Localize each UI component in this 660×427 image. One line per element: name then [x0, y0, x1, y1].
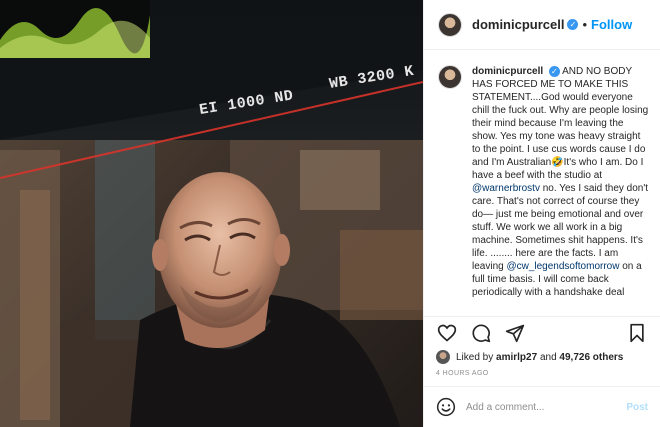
username-link[interactable]: dominicpurcell — [472, 17, 564, 32]
liker-username-link[interactable]: amirlp27 — [496, 352, 537, 363]
smiley-icon[interactable] — [436, 397, 456, 417]
comment-icon — [472, 323, 491, 342]
comment-form: Post — [424, 386, 660, 427]
post-image[interactable]: EI 1000 ND WB 3200 K — [0, 0, 423, 427]
post-header: dominicpurcell ✓ • Follow — [424, 0, 660, 50]
bookmark-icon — [630, 323, 644, 342]
separator-dot: • — [582, 17, 588, 32]
caption-avatar[interactable] — [438, 65, 462, 89]
comment-button[interactable] — [470, 322, 492, 344]
likes-middle: and — [539, 351, 557, 363]
post-photo: EI 1000 ND WB 3200 K — [0, 0, 423, 427]
caption-segment: no. Yes I said they don't care. That's n… — [472, 183, 649, 272]
mention-link[interactable]: @cw_legendsoftomorrow — [506, 261, 619, 272]
liker-avatar[interactable] — [436, 350, 450, 364]
comment-input[interactable] — [466, 401, 627, 413]
caption-segment: AND NO BODY HAS FORCED ME TO MAKE THIS S… — [472, 66, 649, 168]
action-bar — [424, 316, 660, 348]
post-timestamp[interactable]: 4 HOURS AGO — [436, 370, 489, 377]
follow-button[interactable]: Follow — [591, 17, 632, 32]
save-button[interactable] — [626, 322, 648, 344]
share-button[interactable] — [504, 322, 526, 344]
heart-icon — [437, 324, 457, 342]
mention-link[interactable]: @warnerbrostv — [472, 183, 540, 194]
likes-prefix: Liked by — [456, 351, 494, 363]
like-button[interactable] — [436, 322, 458, 344]
caption-username-link[interactable]: dominicpurcell — [472, 66, 543, 77]
likes-summary: Liked by amirlp27 and 49,726 others — [436, 348, 650, 366]
verified-badge-icon: ✓ — [548, 66, 560, 77]
caption-text: dominicpurcell ✓ AND NO BODY HAS FORCED … — [472, 65, 650, 315]
share-icon — [505, 324, 525, 342]
post-sidebar: dominicpurcell ✓ • Follow dominicpurcell… — [423, 0, 660, 427]
post-comment-button[interactable]: Post — [626, 402, 648, 413]
likes-count-link[interactable]: 49,726 others — [559, 352, 623, 363]
avatar[interactable] — [438, 12, 462, 37]
emoji: 🤣 — [551, 157, 564, 168]
caption-section: dominicpurcell ✓ AND NO BODY HAS FORCED … — [424, 51, 660, 315]
verified-badge-icon: ✓ — [567, 19, 579, 30]
